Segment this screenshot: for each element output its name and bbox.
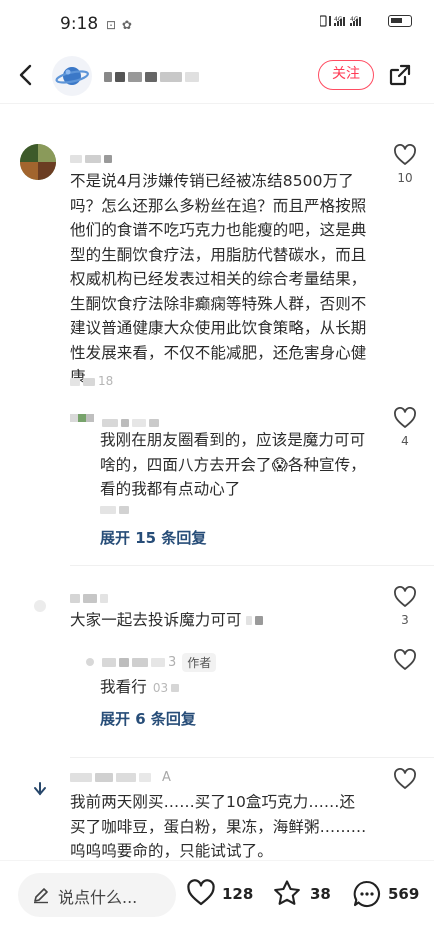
comment-item: 大家一起去投诉魔力可可 3 3 作者 我看行 03 展开 6 条回复 [0, 572, 434, 752]
back-arrow-icon[interactable] [14, 62, 40, 88]
heart-icon [394, 586, 416, 607]
favorite-button[interactable]: 38 [272, 879, 334, 911]
commenter-avatar[interactable] [34, 600, 46, 612]
bottom-action-bar: 说点什么... 128 38 569 [0, 860, 434, 929]
battery-icon [388, 14, 412, 27]
reply-like-button[interactable]: 4 [391, 407, 419, 448]
author-avatar[interactable] [52, 56, 92, 96]
commenter-name-blurred [70, 588, 130, 603]
commenter-avatar[interactable] [24, 776, 56, 808]
comment-item: A 我前两天刚买……买了10盒巧克力……还买了咖啡豆，蛋白粉，果冻，海鲜粥………… [0, 762, 434, 860]
heart-icon [394, 144, 416, 165]
comment-item: 不是说4月涉嫌传销已经被冻结8500万了吗？怎么还那么多粉丝在追？而且严格按照他… [0, 110, 434, 570]
comment-text: 我前两天刚买……买了10盒巧克力……还买了咖啡豆，蛋白粉，果冻，海鲜粥………呜呜… [70, 793, 367, 860]
comment-like-button[interactable]: 10 [391, 144, 419, 185]
heart-icon [394, 407, 416, 428]
expand-replies-link[interactable]: 展开 6 条回复 [100, 708, 196, 729]
comment-input-placeholder: 说点什么... [58, 888, 138, 907]
post-header: 关注 [0, 48, 434, 104]
comment-count: 569 [388, 885, 420, 903]
reply-like-button[interactable] [391, 649, 419, 671]
like-post-button[interactable]: 128 [186, 879, 256, 911]
reply-avatar[interactable] [70, 410, 94, 434]
reply-name: 3 作者 [102, 652, 282, 672]
reply-meta: 03 [152, 681, 169, 695]
reply-name-blurred [102, 412, 182, 427]
share-icon[interactable] [388, 63, 412, 87]
comment-text: 大家一起去投诉魔力可可 [70, 608, 370, 633]
status-time: 9:18 [60, 14, 99, 34]
follow-button[interactable]: 关注 [318, 60, 374, 90]
comment-like-count: 10 [397, 171, 413, 185]
commenter-name-fragment: A [162, 770, 171, 785]
commenter-name-blurred [70, 148, 130, 163]
comment-meta: 18 [70, 374, 150, 388]
comment-date-fragment: 18 [98, 374, 114, 388]
signal-icon: 4G 4G [319, 14, 362, 27]
comment-like-button[interactable] [391, 768, 419, 790]
heart-icon [187, 879, 215, 906]
comment-like-button[interactable]: 3 [391, 586, 419, 627]
comment-divider [70, 565, 434, 566]
comment-text-content: 大家一起去投诉魔力可可 [70, 611, 242, 629]
status-bar: 9:18 ⊡ ✿ 4G 4G [0, 0, 434, 48]
comment-input[interactable]: 说点什么... [18, 873, 176, 917]
comment-like-count: 3 [401, 613, 409, 627]
commenter-avatar[interactable] [20, 144, 56, 180]
author-name-blurred [104, 66, 224, 84]
system-icons: 4G 4G [319, 13, 412, 28]
reply-like-count: 4 [401, 434, 409, 448]
star-icon [274, 880, 300, 905]
comment-divider [70, 757, 434, 758]
like-count: 128 [222, 885, 254, 903]
reply-meta-blurred [100, 502, 160, 516]
author-tag: 作者 [182, 653, 217, 672]
arrow-down-icon [34, 782, 46, 796]
reply-avatar[interactable] [86, 658, 94, 666]
reply-text: 我刚在朋友圈看到的，应该是魔力可可啥的，四面八方去开会了😱各种宣传，看的我都有点… [100, 431, 366, 498]
pen-icon [34, 888, 48, 904]
notification-icons: ⊡ ✿ [106, 18, 133, 32]
favorite-count: 38 [310, 885, 331, 903]
planet-icon [55, 67, 89, 85]
reply-name-fragment: 3 [168, 655, 177, 670]
comments-button[interactable]: 569 [352, 879, 424, 911]
heart-icon [394, 649, 416, 670]
comment-text: 不是说4月涉嫌传销已经被冻结8500万了吗？怎么还那么多粉丝在追？而且严格按照他… [70, 172, 367, 386]
expand-replies-link[interactable]: 展开 15 条回复 [100, 527, 206, 548]
commenter-name: A [70, 767, 210, 785]
comment-bubble-icon [353, 880, 381, 907]
reply-text: 我看行 03 [100, 675, 300, 701]
heart-icon [394, 768, 416, 789]
reply-text-content: 我看行 [100, 678, 147, 696]
